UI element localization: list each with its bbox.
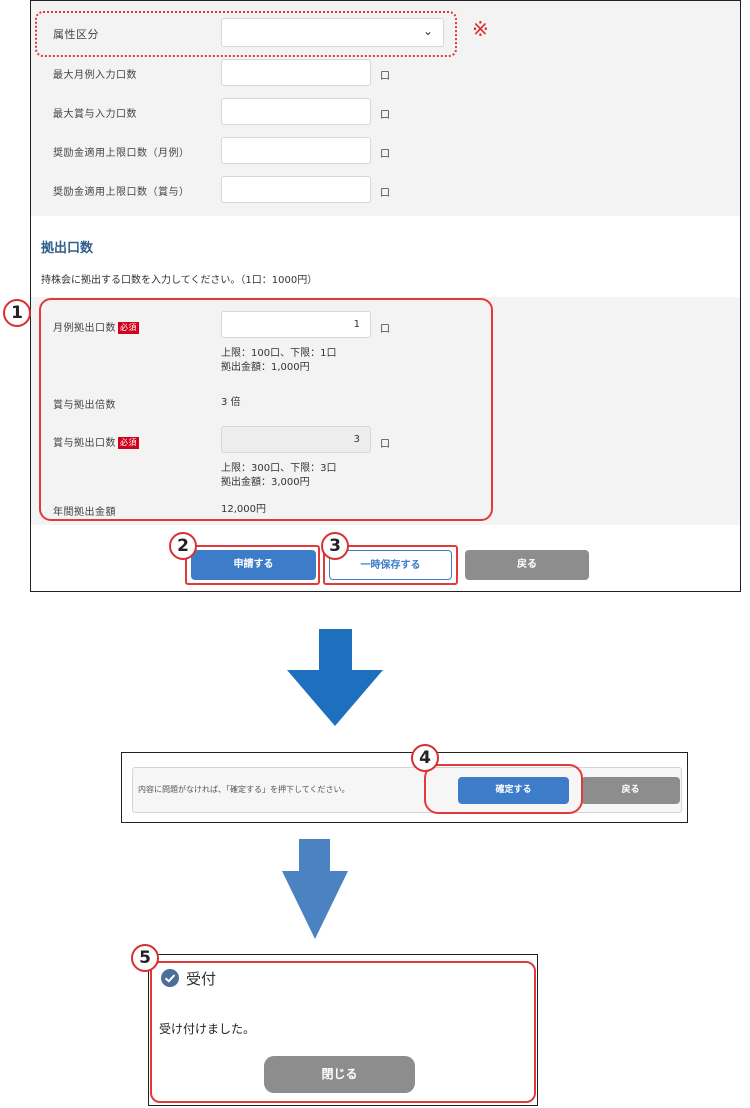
step-marker-1: 1 [3,299,31,327]
contribution-highlight [39,298,493,521]
field-unit: 口 [380,110,390,121]
confirm-panel: 内容に問題がなければ、「確定する」を押下してください。 確定する 戻る 4 [121,744,688,823]
incentive-bonus-input[interactable] [221,176,371,203]
section-title: 拠出口数 [41,241,94,256]
down-arrow-head-icon [287,670,383,726]
max-monthly-input[interactable] [221,59,371,86]
done-dialog-panel: 受付 受け付けました。 閉じる 5 [131,944,538,1106]
down-arrow-icon [299,839,330,872]
application-form-panel: 属性区分 ⌄ ※ 最大月例入力口数 口 最大賞与入力口数 口 奨励金適用上限口数… [3,0,741,592]
apply-highlight [185,545,320,585]
field-label: 最大賞与入力口数 [53,109,137,120]
section-description: 持株会に拠出する口数を入力してください。（1口：1000円） [41,275,318,286]
down-arrow-head-icon [282,871,348,939]
step-marker-4: 4 [411,744,439,772]
field-unit: 口 [380,71,390,82]
field-label: 奨励金適用上限口数（月例） [53,148,190,159]
attribute-highlight [35,11,457,57]
step-marker-5: 5 [131,944,159,972]
field-unit: 口 [380,188,390,199]
step-marker-2: 2 [169,532,197,560]
max-bonus-input[interactable] [221,98,371,125]
incentive-monthly-input[interactable] [221,137,371,164]
confirm-highlight [424,764,583,814]
field-label: 奨励金適用上限口数（賞与） [53,187,190,198]
down-arrow-icon [319,629,352,671]
dialog-highlight [150,961,536,1103]
confirm-bar: 内容に問題がなければ、「確定する」を押下してください。 確定する 戻る [132,767,682,813]
step-marker-3: 3 [321,532,349,560]
field-label: 最大月例入力口数 [53,70,137,81]
confirm-message: 内容に問題がなければ、「確定する」を押下してください。 [138,785,350,794]
field-unit: 口 [380,149,390,160]
note-mark: ※ [472,17,489,41]
confirm-back-button[interactable]: 戻る [581,777,680,804]
back-button[interactable]: 戻る [465,550,589,580]
